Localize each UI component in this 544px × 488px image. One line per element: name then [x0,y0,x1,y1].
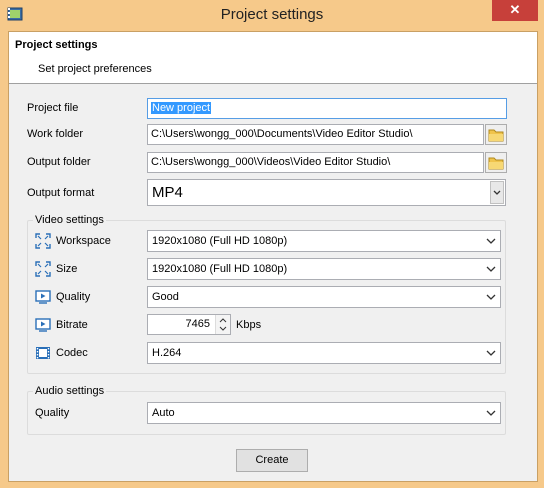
expand-icon [35,233,51,249]
close-button[interactable]: ✕ [492,0,538,21]
audio-quality-value: Auto [152,407,175,419]
codec-label: Codec [56,347,88,359]
bitrate-spin-buttons[interactable] [215,315,230,334]
codec-value: H.264 [152,347,182,359]
bitrate-spinner[interactable]: 7465 [147,314,231,335]
output-folder-input[interactable]: C:\Users\wongg_000\Videos\Video Editor S… [147,152,484,173]
screen-play-icon [35,290,51,304]
size-select[interactable]: 1920x1080 (Full HD 1080p) [147,258,501,280]
workspace-value: 1920x1080 (Full HD 1080p) [152,235,288,247]
video-settings-title: Video settings [33,214,106,226]
header-subtitle: Set project preferences [38,63,152,75]
bitrate-value: 7465 [185,318,210,330]
audio-settings-title: Audio settings [33,385,107,397]
project-file-label: Project file [27,102,79,114]
bitrate-label: Bitrate [56,319,88,331]
size-label: Size [56,263,78,275]
folder-icon [488,157,504,170]
codec-select[interactable]: H.264 [147,342,501,364]
workspace-select[interactable]: 1920x1080 (Full HD 1080p) [147,230,501,252]
size-value: 1920x1080 (Full HD 1080p) [152,263,288,275]
bitrate-unit: Kbps [236,319,262,331]
film-icon [36,347,50,359]
audio-quality-label: Quality [35,407,70,419]
output-folder-label: Output folder [27,156,91,168]
video-quality-select[interactable]: Good [147,286,501,308]
work-folder-label: Work folder [27,128,84,140]
audio-quality-select[interactable]: Auto [147,402,501,424]
window-title: Project settings [220,6,324,23]
header-title: Project settings [15,39,98,51]
chevron-down-icon [486,238,496,244]
project-settings-window: Project settings ✕ Project settings Set … [0,0,544,488]
project-file-value: New project [151,102,212,114]
dialog-body: Project settings Set project preferences… [8,31,538,482]
work-folder-browse-button[interactable] [485,124,507,145]
chevron-down-icon [486,294,496,300]
close-icon: ✕ [509,2,521,17]
output-folder-browse-button[interactable] [485,152,507,173]
chevron-down-icon [486,410,496,416]
chevron-down-icon [486,350,496,356]
folder-icon [488,129,504,142]
work-folder-input[interactable]: C:\Users\wongg_000\Documents\Video Edito… [147,124,484,145]
expand-icon [35,261,51,277]
output-format-label: Output format [27,187,95,199]
screen-play-icon [35,318,51,332]
chevron-down-icon [486,266,496,272]
chevron-down-icon [490,181,504,204]
output-format-select[interactable]: MP4 [147,179,506,206]
create-button[interactable]: Create [236,449,308,472]
title-bar[interactable]: Project settings ✕ [0,0,544,30]
spin-arrows-icon [219,318,227,331]
video-quality-value: Good [152,291,179,303]
output-format-value: MP4 [152,184,183,201]
video-quality-label: Quality [56,291,91,303]
workspace-label: Workspace [56,235,111,247]
dialog-header: Project settings Set project preferences [9,32,537,84]
project-file-input[interactable]: New project [147,98,507,119]
